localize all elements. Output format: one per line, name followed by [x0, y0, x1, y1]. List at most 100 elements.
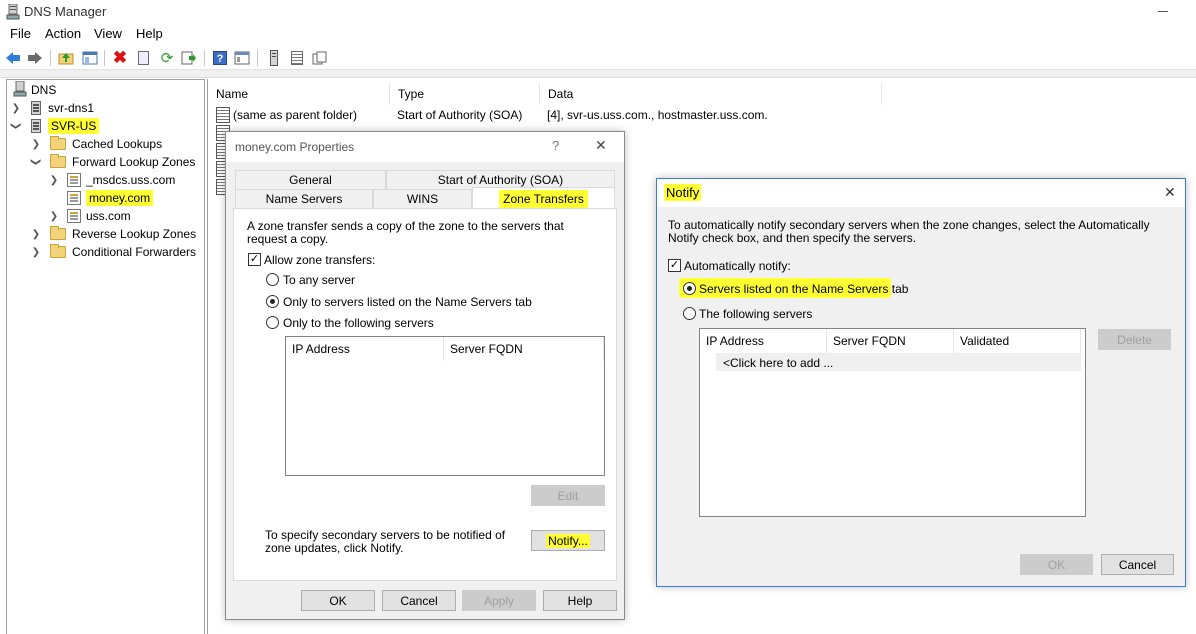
tree-node-forward-zones[interactable]: Forward Lookup Zones: [50, 153, 195, 171]
toolbar-separator: [50, 50, 51, 66]
tree-node-server-selected[interactable]: SVR-US: [31, 117, 100, 135]
column-header-validated[interactable]: Validated: [954, 329, 1081, 353]
notify-description: To automatically notify secondary server…: [668, 218, 1150, 245]
properties-icon[interactable]: [134, 49, 152, 67]
column-header-name[interactable]: Name: [208, 83, 390, 105]
tree-node-reverse-zones[interactable]: Reverse Lookup Zones: [50, 225, 196, 243]
window-title: DNS Manager: [24, 4, 107, 19]
radio-label: Only to the following servers: [283, 316, 434, 330]
record-type: Start of Authority (SOA): [397, 108, 523, 122]
tree-node-cached-lookups[interactable]: Cached Lookups: [50, 135, 162, 153]
forward-arrow-icon[interactable]: [26, 49, 44, 67]
console-tree: DNS ❯ svr-dns1 ❯ SVR-US ❯ Cached Lookups…: [6, 79, 205, 634]
radio-following-servers[interactable]: [266, 316, 279, 329]
tree-node-zone-selected[interactable]: money.com: [67, 189, 154, 207]
tab-zone-transfers[interactable]: Zone Transfers: [472, 187, 615, 209]
up-folder-icon[interactable]: [57, 49, 75, 67]
toolbar: ✖ ⟳ ?: [0, 46, 1196, 70]
show-hide-tree-icon[interactable]: [81, 49, 99, 67]
title-bar: DNS Manager: [0, 0, 1196, 24]
menu-view[interactable]: View: [94, 26, 122, 41]
chevron-right-icon[interactable]: ❯: [31, 225, 41, 243]
menu-help[interactable]: Help: [136, 26, 163, 41]
tab-wins[interactable]: WINS: [373, 189, 472, 208]
notify-dialog: Notify ✕ To automatically notify seconda…: [656, 178, 1186, 587]
ok-button[interactable]: OK: [301, 590, 375, 611]
allow-transfers-checkbox[interactable]: ✓: [248, 253, 261, 266]
radio-following-servers[interactable]: [683, 307, 696, 320]
tree-node-conditional-forwarders[interactable]: Conditional Forwarders: [50, 243, 196, 261]
notify-button[interactable]: Notify...: [531, 530, 605, 551]
dialog-title: money.com Properties: [235, 140, 355, 154]
folder-icon: [50, 244, 66, 258]
transfer-servers-list[interactable]: IP Address Server FQDN: [285, 336, 605, 476]
dialog-title: Notify: [664, 184, 702, 201]
record-icon: [216, 107, 230, 123]
copy-icon[interactable]: [311, 49, 329, 67]
edit-button[interactable]: Edit: [531, 485, 605, 506]
close-button[interactable]: ✕: [1164, 184, 1176, 201]
cancel-button[interactable]: Cancel: [382, 590, 456, 611]
refresh-icon[interactable]: ⟳: [158, 49, 176, 67]
auto-notify-checkbox[interactable]: ✓: [668, 259, 681, 272]
column-header-data[interactable]: Data: [540, 83, 882, 105]
button-label: Notify...: [546, 533, 590, 548]
radio-label: Servers listed on the Name Servers tab: [699, 282, 909, 296]
server-icon: [31, 119, 41, 133]
column-header-fqdn[interactable]: Server FQDN: [444, 337, 604, 361]
record-name[interactable]: (same as parent folder): [233, 108, 357, 122]
notify-servers-list[interactable]: IP Address Server FQDN Validated <Click …: [699, 328, 1086, 517]
column-header-fqdn[interactable]: Server FQDN: [827, 329, 954, 353]
delete-icon[interactable]: ✖: [111, 48, 129, 67]
chevron-right-icon[interactable]: ❯: [31, 135, 41, 153]
console-icon[interactable]: [233, 49, 251, 67]
list-icon[interactable]: [288, 49, 306, 67]
menu-action[interactable]: Action: [45, 26, 81, 41]
column-header-type[interactable]: Type: [390, 83, 540, 105]
folder-icon: [50, 226, 66, 240]
tab-general[interactable]: General: [235, 170, 386, 189]
close-button[interactable]: ✕: [595, 137, 607, 154]
allow-transfers-label: Allow zone transfers:: [264, 253, 376, 267]
record-data: [4], svr-us.uss.com., hostmaster.uss.com…: [547, 108, 768, 122]
button-label: Apply: [483, 593, 515, 608]
tree-label: money.com: [86, 190, 154, 206]
tree-label: _msdcs.uss.com: [86, 173, 176, 187]
chevron-right-icon[interactable]: ❯: [49, 207, 59, 225]
column-header-ip[interactable]: IP Address: [700, 329, 827, 353]
button-label: Cancel: [400, 593, 438, 608]
radio-any-server[interactable]: [266, 273, 279, 286]
chevron-right-icon[interactable]: ❯: [31, 243, 41, 261]
tree-node-zone[interactable]: _msdcs.uss.com: [67, 171, 175, 189]
radio-label: Only to servers listed on the Name Serve…: [283, 295, 532, 309]
chevron-right-icon[interactable]: ❯: [11, 99, 21, 117]
zone-icon: [67, 173, 81, 187]
add-row[interactable]: <Click here to add ...: [716, 353, 1081, 371]
minimize-button[interactable]: [1158, 2, 1170, 14]
pane-splitter: [0, 70, 1196, 78]
tree-node-zone[interactable]: uss.com: [67, 207, 131, 225]
zone-icon: [67, 191, 81, 205]
radio-name-servers-tab[interactable]: [266, 295, 279, 308]
chevron-down-icon[interactable]: ❯: [27, 157, 45, 167]
cancel-button[interactable]: Cancel: [1101, 554, 1174, 575]
column-header-ip[interactable]: IP Address: [286, 337, 444, 361]
chevron-down-icon[interactable]: ❯: [7, 121, 25, 131]
delete-button[interactable]: Delete: [1098, 329, 1171, 350]
tab-name-servers[interactable]: Name Servers: [235, 189, 373, 208]
tree-node-server[interactable]: svr-dns1: [31, 99, 94, 117]
apply-button[interactable]: Apply: [462, 590, 536, 611]
radio-name-servers-tab[interactable]: [683, 282, 696, 295]
back-arrow-icon[interactable]: [4, 49, 22, 67]
export-list-icon[interactable]: [180, 49, 198, 67]
help-icon[interactable]: ?: [211, 49, 229, 67]
tree-label: Conditional Forwarders: [72, 245, 197, 259]
chevron-right-icon[interactable]: ❯: [49, 171, 59, 189]
tree-node-dns[interactable]: DNS: [13, 80, 56, 99]
ok-button[interactable]: OK: [1020, 554, 1093, 575]
help-button[interactable]: ?: [552, 138, 559, 153]
menu-file[interactable]: File: [10, 26, 31, 41]
help-dialog-button[interactable]: Help: [543, 590, 617, 611]
tree-label: Forward Lookup Zones: [72, 155, 196, 169]
server-icon[interactable]: [265, 49, 283, 67]
